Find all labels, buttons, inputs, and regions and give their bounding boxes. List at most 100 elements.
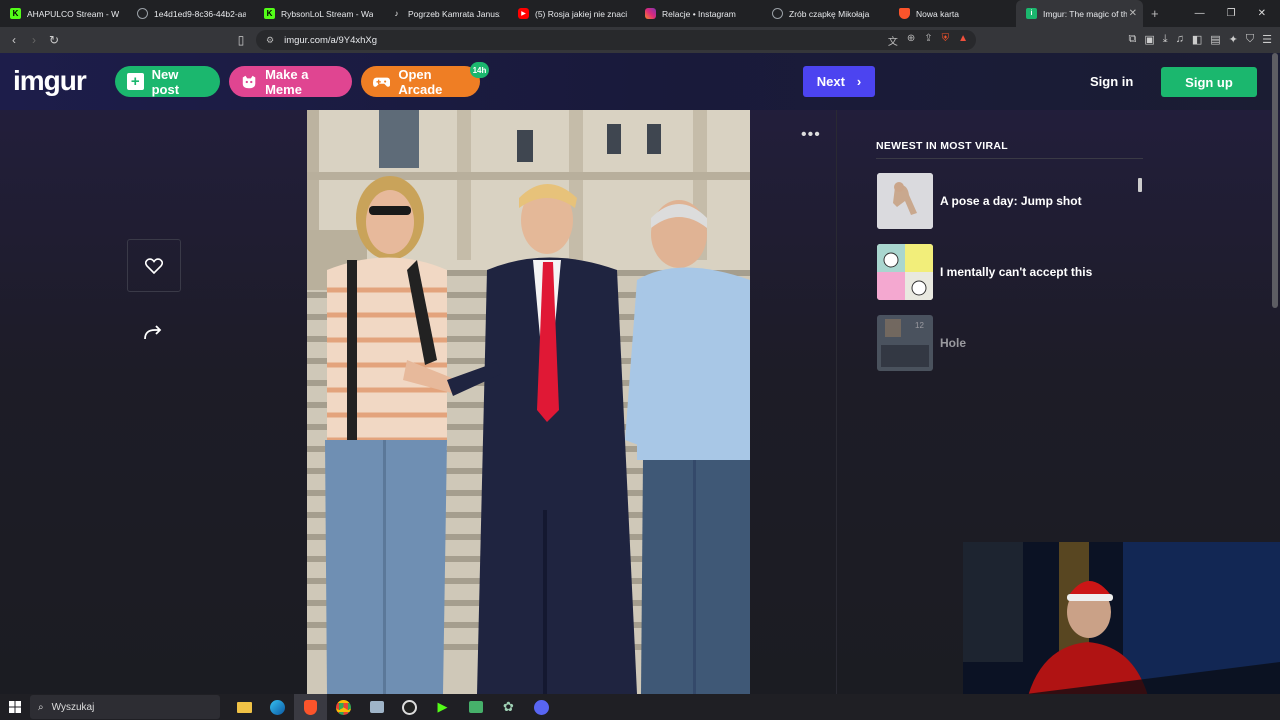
sidebar-item[interactable]: I mentally can't accept this (876, 244, 1143, 302)
vpn-icon[interactable]: ⛉ (1246, 33, 1254, 46)
app-icon[interactable] (360, 694, 393, 720)
sidebar-icon[interactable]: ◧ (1192, 33, 1202, 46)
tab-title: 1e4d1ed9-8c36-44b2-aa3c (154, 8, 246, 19)
image-count-badge: 12 (915, 321, 924, 330)
new-post-button[interactable]: + New post (115, 66, 220, 97)
post-image[interactable] (307, 110, 750, 694)
post-photo (307, 110, 750, 694)
sign-up-button[interactable]: Sign up (1161, 67, 1257, 97)
extensions-icon[interactable]: ⧉ (1128, 33, 1136, 46)
browser-extensions: ⧉ ▣ ⤓ ♫ ◧ ▤ ✦ ⛉ ☰ (1128, 33, 1272, 46)
back-icon[interactable]: ‹ (4, 33, 24, 47)
obs-icon[interactable] (393, 694, 426, 720)
tab-search-icon[interactable]: ▣ (1144, 33, 1154, 46)
address-bar-actions: 文 ⊕ ⇪ ⛨ ▲ (888, 33, 968, 48)
address-bar[interactable]: ⚙ imgur.com/a/9Y4xhXg 文 ⊕ ⇪ ⛨ ▲ (256, 30, 976, 50)
tab-title: RybsonLoL Stream - Watch (281, 8, 373, 19)
tab-title: Imgur: The magic of the (1043, 8, 1127, 19)
settings-app-icon[interactable]: ✿ (492, 694, 525, 720)
more-options-icon[interactable]: ••• (801, 126, 821, 144)
sidebar-item[interactable]: 12 Hole (876, 315, 1143, 373)
close-window-icon[interactable]: ✕ (1258, 8, 1266, 19)
close-tab-icon[interactable]: ✕ (1129, 8, 1137, 19)
post-thumbnail (877, 315, 933, 371)
browser-tab[interactable]: Nowa karta (889, 0, 1016, 27)
discord-icon[interactable] (525, 694, 558, 720)
wallet-icon[interactable]: ▤ (1210, 33, 1220, 46)
brave-shields-icon[interactable]: ⛨ (942, 33, 950, 48)
brave-rewards-icon[interactable]: ▲ (958, 33, 968, 48)
arcade-badge: 14h (470, 62, 489, 78)
media-icon[interactable]: ♫ (1176, 33, 1184, 46)
file-explorer-icon[interactable] (228, 694, 261, 720)
sign-in-link[interactable]: Sign in (1090, 74, 1133, 89)
forward-icon[interactable]: › (24, 33, 44, 47)
kick-icon: K (264, 8, 275, 19)
menu-icon[interactable]: ☰ (1262, 33, 1272, 46)
leo-icon[interactable]: ✦ (1229, 33, 1238, 46)
brave-browser-icon[interactable] (294, 694, 327, 720)
new-post-label: New post (151, 66, 180, 97)
download-icon[interactable]: ⤓ (1163, 33, 1168, 46)
next-label: Next (816, 74, 845, 89)
tab-title: Relacje • Instagram (662, 8, 736, 19)
tab-title: Zrób czapkę Mikołaja (789, 8, 870, 19)
sidebar-item-title: A pose a day: Jump shot (940, 194, 1082, 208)
sidebar-item-title: I mentally can't accept this (940, 265, 1093, 279)
favorite-button[interactable] (127, 239, 181, 292)
browser-tab[interactable]: Relacje • Instagram (635, 0, 762, 27)
column-divider (836, 110, 837, 694)
plus-icon: + (127, 73, 144, 90)
start-button[interactable] (0, 701, 30, 713)
make-meme-button[interactable]: Make a Meme (229, 66, 352, 97)
browser-tab-strip: K AHAPULCO Stream - Watch 1e4d1ed9-8c36-… (0, 0, 1280, 27)
reload-icon[interactable]: ↻ (44, 33, 64, 47)
url-text[interactable]: imgur.com/a/9Y4xhXg (284, 35, 377, 46)
streaming-app-icon[interactable]: ▶ (426, 694, 459, 720)
tiktok-icon: ♪ (394, 9, 399, 18)
browser-tab[interactable]: ▶ (5) Rosja jakiej nie znacie. (508, 0, 635, 27)
bookmark-icon[interactable]: ▯ (231, 33, 251, 47)
browser-tab[interactable]: Zrób czapkę Mikołaja (762, 0, 889, 27)
restore-icon[interactable]: ❐ (1227, 8, 1236, 19)
share-icon[interactable]: ⇪ (924, 33, 932, 48)
sidebar-heading: NEWEST IN MOST VIRAL (876, 140, 1008, 152)
share-button[interactable] (143, 323, 163, 346)
globe-icon (772, 8, 783, 19)
translate-icon[interactable]: 文 (888, 33, 898, 48)
search-icon: ⌕ (38, 701, 44, 713)
next-post-button[interactable]: Next › (803, 66, 875, 97)
sidebar-divider (876, 158, 1143, 159)
page-scrollbar[interactable] (1272, 53, 1278, 308)
heart-icon (145, 257, 163, 274)
sidebar-item-title: Hole (940, 336, 967, 350)
youtube-icon: ▶ (518, 8, 529, 19)
taskbar-search[interactable]: ⌕ Wyszukaj (30, 695, 220, 719)
tab-title: Nowa karta (916, 8, 959, 19)
browser-tab[interactable]: K AHAPULCO Stream - Watch (0, 0, 127, 27)
browser-tab[interactable]: ♪ Pogrzeb Kamrata Janusza (381, 0, 508, 27)
share-arrow-icon (144, 325, 162, 340)
tab-title: AHAPULCO Stream - Watch (27, 8, 119, 19)
browser-tab[interactable]: K RybsonLoL Stream - Watch (254, 0, 381, 27)
zoom-icon[interactable]: ⊕ (907, 33, 915, 48)
meme-face-icon (242, 75, 256, 88)
site-header: imgur + New post Make a Meme Open Arcade… (0, 53, 1280, 110)
browser-tab[interactable]: 1e4d1ed9-8c36-44b2-aa3c (127, 0, 254, 27)
browser-toolbar: ‹ › ↻ ▯ ⚙ imgur.com/a/9Y4xhXg 文 ⊕ ⇪ ⛨ ▲ … (0, 27, 1280, 53)
edge-icon[interactable] (261, 694, 294, 720)
instagram-icon (645, 8, 656, 19)
chevron-right-icon: › (856, 74, 862, 89)
chrome-icon[interactable] (327, 694, 360, 720)
open-arcade-label: Open Arcade (398, 66, 443, 97)
minimize-icon[interactable]: — (1195, 8, 1205, 19)
new-tab-icon[interactable]: + (1151, 6, 1159, 21)
chat-app-icon[interactable] (459, 694, 492, 720)
site-info-icon[interactable]: ⚙ (266, 35, 274, 46)
windows-icon (9, 701, 21, 713)
search-placeholder: Wyszukaj (51, 701, 95, 713)
open-arcade-button[interactable]: Open Arcade (361, 66, 480, 97)
browser-tab-active[interactable]: i Imgur: The magic of the ✕ (1016, 0, 1143, 27)
imgur-logo[interactable]: imgur (13, 65, 87, 97)
sidebar-item[interactable]: A pose a day: Jump shot (876, 173, 1143, 231)
